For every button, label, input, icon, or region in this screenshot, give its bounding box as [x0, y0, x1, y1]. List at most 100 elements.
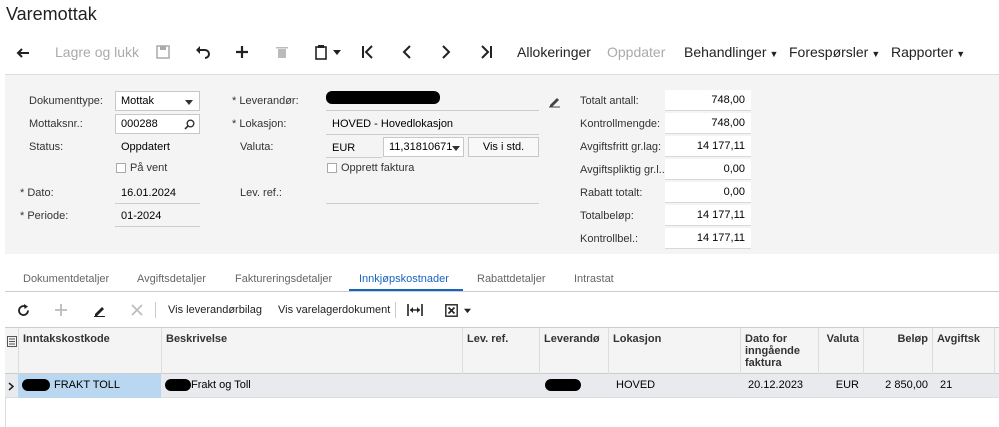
inquiries-menu-label: Forespørsler — [789, 44, 869, 60]
row-settings-icon[interactable] — [7, 336, 17, 347]
column-header-description[interactable]: Beskrivelse — [161, 328, 462, 374]
column-header-currency[interactable]: Valuta — [818, 328, 863, 374]
next-record-button[interactable] — [438, 37, 454, 67]
receipt-no-input[interactable]: 000288 — [115, 114, 200, 134]
caret-down-icon — [464, 308, 471, 314]
period-label: * Periode: — [20, 210, 68, 222]
allocations-button[interactable]: Allokeringer — [517, 37, 591, 67]
cell-code[interactable]: FRAKT TOLL — [18, 374, 161, 398]
cell-supplier[interactable] — [539, 374, 608, 398]
period-value[interactable]: 01-2024 — [121, 210, 161, 222]
first-icon — [362, 45, 373, 59]
location-label: * Lokasjon: — [232, 118, 286, 130]
cell-currency[interactable]: EUR — [818, 374, 863, 398]
cell-tax-code[interactable]: 21 — [936, 374, 994, 398]
edit-icon[interactable] — [548, 95, 561, 108]
discount-label: Rabatt totalt: — [580, 187, 643, 199]
plus-icon — [236, 46, 248, 58]
trash-icon — [276, 47, 288, 58]
reports-menu[interactable]: Rapporter ▼ — [891, 37, 965, 67]
copy-paste-menu[interactable] — [313, 37, 343, 67]
tab-intrastat[interactable]: Intrastat — [574, 273, 614, 285]
cell-description[interactable]: Frakt og Toll — [161, 374, 462, 398]
currency-value[interactable]: EUR — [332, 142, 355, 154]
table-row[interactable]: FRAKT TOLL Frakt og Toll HOVED 20.12.202… — [5, 374, 999, 398]
excel-icon — [445, 304, 458, 317]
show-supplier-doc-button[interactable]: Vis leverandørbilag — [168, 294, 262, 326]
tab-landed-costs[interactable]: Innkjøpskostnader — [359, 273, 449, 285]
show-base-button[interactable]: Vis i std. — [468, 137, 539, 157]
on-hold-checkbox[interactable] — [116, 163, 126, 173]
rate-value: 11,31810671 — [389, 141, 453, 153]
column-header-amount[interactable]: Beløp — [863, 328, 932, 374]
update-button[interactable]: Oppdater — [607, 37, 665, 67]
column-header-code[interactable]: Inntakskostkode — [18, 328, 161, 374]
location-value[interactable]: HOVED - Hovedlokasjon — [332, 118, 453, 130]
date-label-text: Dato: — [27, 187, 54, 199]
last-record-button[interactable] — [478, 37, 494, 67]
status-label: Status: — [29, 141, 64, 153]
previous-record-button[interactable] — [399, 37, 415, 67]
control-amount-value[interactable]: 14 177,11 — [665, 228, 751, 249]
required-marker: * — [232, 95, 237, 107]
cell-invoice-date[interactable]: 20.12.2023 — [744, 374, 818, 398]
back-button[interactable] — [14, 37, 32, 67]
cell-location[interactable]: HOVED — [612, 374, 740, 398]
delete-button[interactable] — [274, 37, 290, 67]
supplier-ref-input[interactable] — [326, 203, 539, 204]
create-invoice-label: Opprett faktura — [341, 162, 415, 174]
inquiries-menu[interactable]: Forespørsler ▼ — [789, 37, 880, 67]
column-header-invoice-date[interactable]: Dato for inngående faktura — [740, 328, 818, 374]
tab-document-details[interactable]: Dokumentdetaljer — [23, 273, 109, 285]
cell-description-text: Frakt og Toll — [191, 379, 251, 391]
rate-select[interactable]: 11,31810671 — [383, 137, 464, 157]
chevron-left-icon — [402, 45, 411, 59]
status-value: Oppdatert — [121, 141, 170, 153]
close-icon — [131, 304, 143, 316]
tab-tax-details[interactable]: Avgiftsdetaljer — [137, 273, 206, 285]
column-header-supplier[interactable]: Leverandø — [539, 328, 608, 374]
supplier-label-text: Leverandør: — [239, 95, 299, 107]
back-arrow-icon — [16, 48, 29, 58]
required-marker: * — [20, 187, 25, 199]
currency-label: Valuta: — [240, 141, 274, 153]
tab-billing-details[interactable]: Faktureringsdetaljer — [235, 273, 332, 285]
date-underline — [115, 203, 200, 204]
add-button[interactable] — [234, 37, 250, 67]
tab-bar: Dokumentdetaljer Avgiftsdetaljer Fakture… — [5, 268, 999, 292]
control-qty-value[interactable]: 748,00 — [665, 113, 751, 134]
tab-discount-details[interactable]: Rabattdetaljer — [477, 273, 546, 285]
clipboard-icon — [315, 45, 327, 60]
supplier-ref-label: Lev. ref.: — [240, 187, 282, 199]
date-value[interactable]: 16.01.2024 — [121, 187, 176, 199]
doc-type-select[interactable]: Mottak — [115, 91, 200, 111]
active-tab-indicator — [349, 289, 463, 291]
control-amount-label: Kontrollbel.: — [580, 233, 639, 245]
actions-menu[interactable]: Behandlinger ▼ — [684, 37, 778, 67]
redacted-code-prefix — [22, 379, 50, 392]
page-title: Varemottak — [6, 4, 97, 24]
redacted-supplier — [326, 91, 440, 104]
redacted-supplier-cell — [545, 379, 581, 392]
show-inventory-doc-button[interactable]: Vis varelagerdokument — [278, 294, 390, 326]
first-record-button[interactable] — [360, 37, 376, 67]
column-header-location[interactable]: Lokasjon — [608, 328, 740, 374]
cell-amount[interactable]: 2 850,00 — [863, 374, 932, 398]
toolbar-separator — [155, 302, 156, 318]
column-header-overflow — [994, 328, 999, 374]
save-button[interactable] — [155, 37, 171, 67]
column-header-supplier-ref[interactable]: Lev. ref. — [462, 328, 539, 374]
undo-button[interactable] — [195, 37, 211, 67]
save-close-button[interactable]: Lagre og lukk — [55, 37, 139, 67]
tax-exempt-label: Avgiftsfritt gr.lag: — [580, 141, 662, 153]
create-invoice-checkbox[interactable] — [327, 163, 337, 173]
row-selector-icon — [8, 382, 14, 391]
total-amount-label: Totalbeløp: — [580, 210, 634, 222]
receipt-no-label: Mottaksnr.: — [29, 118, 83, 130]
actions-menu-label: Behandlinger — [684, 44, 767, 60]
search-icon[interactable] — [184, 119, 195, 130]
column-header-tax-code[interactable]: Avgiftsk — [932, 328, 994, 374]
cell-supplier-ref[interactable] — [462, 374, 539, 398]
required-marker: * — [20, 210, 25, 222]
save-icon — [156, 45, 170, 59]
